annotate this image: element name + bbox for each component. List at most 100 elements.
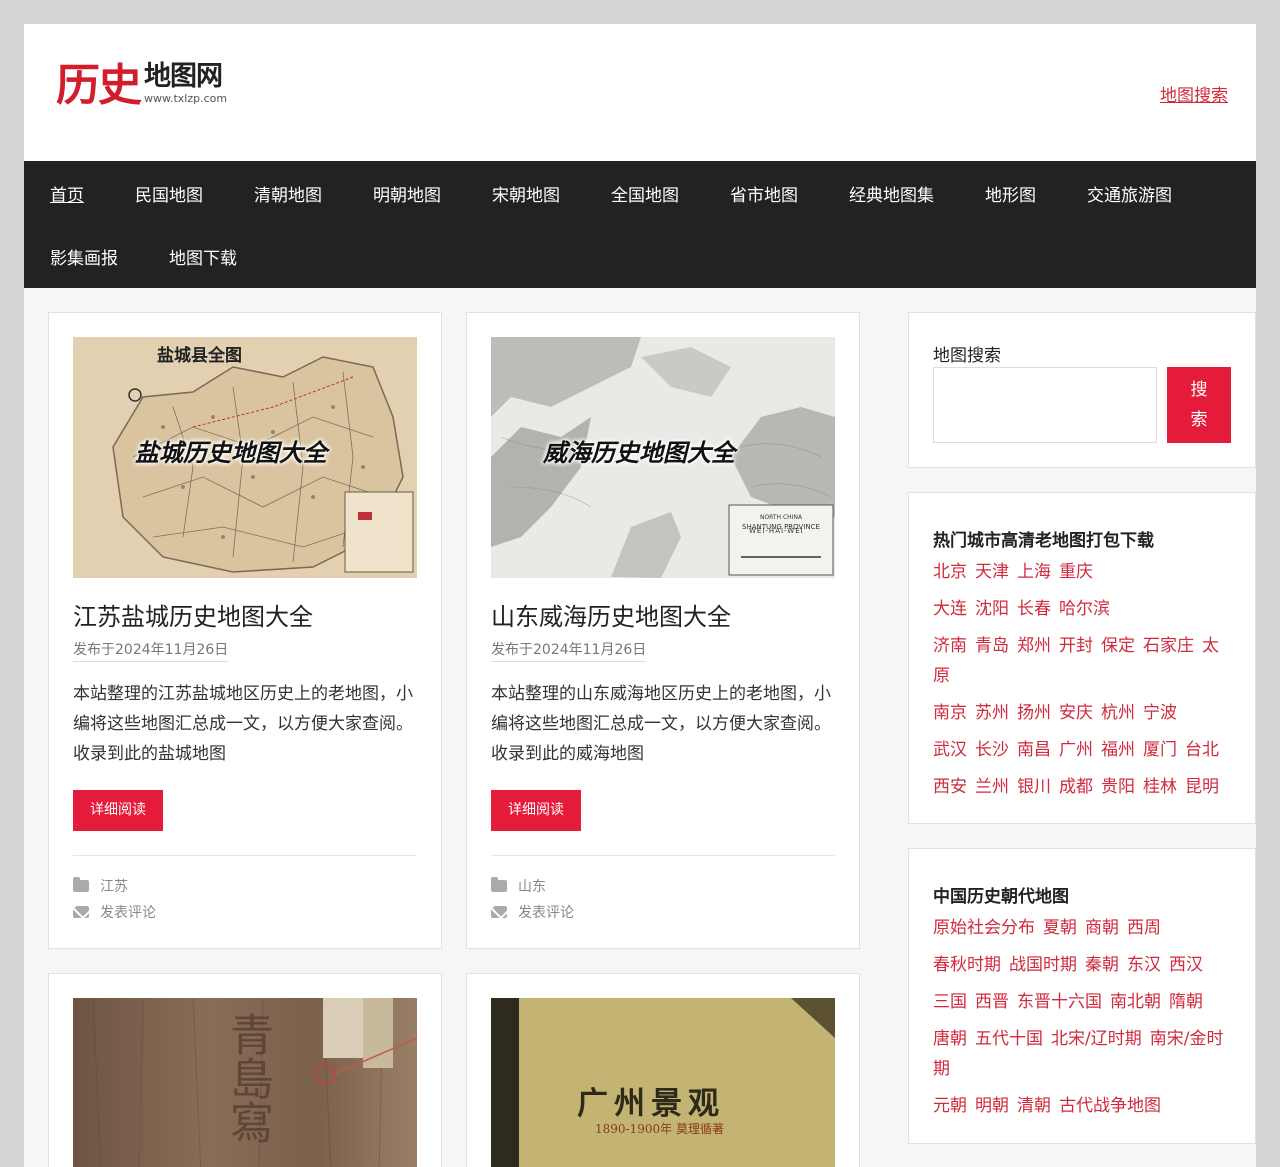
post-title[interactable]: 江苏盐城历史地图大全 xyxy=(73,597,313,632)
dynasty-link[interactable]: 五代十国 xyxy=(975,1029,1043,1049)
comment-link[interactable]: 发表评论 xyxy=(100,902,156,922)
city-link[interactable]: 桂林 xyxy=(1143,777,1177,797)
svg-text:NORTH CHINA: NORTH CHINA xyxy=(760,514,803,521)
comment-link[interactable]: 发表评论 xyxy=(518,902,574,922)
city-link[interactable]: 郑州 xyxy=(1017,636,1051,656)
nav-item-atlas[interactable]: 经典地图集 xyxy=(849,181,934,206)
nav-item-qing[interactable]: 清朝地图 xyxy=(254,181,322,206)
dynasty-link[interactable]: 隋朝 xyxy=(1169,992,1203,1012)
dynasty-link[interactable]: 古代战争地图 xyxy=(1059,1096,1161,1116)
post-thumbnail[interactable]: 广州景观 1890-1900年 莫理循著 xyxy=(491,998,835,1167)
city-link[interactable]: 西安 xyxy=(933,777,967,797)
city-link[interactable]: 北京 xyxy=(933,562,967,582)
nav-item-national[interactable]: 全国地图 xyxy=(611,181,679,206)
dynasty-link[interactable]: 明朝 xyxy=(975,1096,1009,1116)
city-link[interactable]: 南昌 xyxy=(1017,740,1051,760)
dynasty-link[interactable]: 东晋十六国 xyxy=(1017,992,1102,1012)
city-link[interactable]: 杭州 xyxy=(1101,703,1135,723)
dynasty-link[interactable]: 南北朝 xyxy=(1110,992,1161,1012)
dynasty-link[interactable]: 东汉 xyxy=(1127,955,1161,975)
post-date[interactable]: 发布于2024年11月26日 xyxy=(73,639,229,662)
city-link[interactable]: 昆明 xyxy=(1185,777,1219,797)
city-link[interactable]: 银川 xyxy=(1017,777,1051,797)
nav-row-1: 首页 民国地图 清朝地图 明朝地图 宋朝地图 全国地图 省市地图 经典地图集 地… xyxy=(50,161,1230,225)
dynasty-link[interactable]: 西周 xyxy=(1127,918,1161,938)
city-link[interactable]: 沈阳 xyxy=(975,599,1009,619)
dynasty-link[interactable]: 战国时期 xyxy=(1009,955,1077,975)
site-logo[interactable]: 历史 地图网 www.txlzp.com xyxy=(56,62,227,110)
nav-item-travel[interactable]: 交通旅游图 xyxy=(1087,181,1172,206)
dynasty-link[interactable]: 秦朝 xyxy=(1085,955,1119,975)
dynasty-link[interactable]: 原始社会分布 xyxy=(933,918,1035,938)
city-link[interactable]: 宁波 xyxy=(1143,703,1177,723)
post-category: 江苏 xyxy=(73,876,128,896)
city-link[interactable]: 天津 xyxy=(975,562,1009,582)
search-input[interactable] xyxy=(933,367,1157,443)
thumb-book-subtitle: 1890-1900年 莫理循著 xyxy=(595,1122,724,1136)
city-link[interactable]: 台北 xyxy=(1185,740,1219,760)
category-link[interactable]: 江苏 xyxy=(100,876,128,896)
city-link[interactable]: 石家庄 xyxy=(1143,636,1194,656)
read-more-button[interactable]: 详细阅读 xyxy=(491,790,581,831)
read-more-button[interactable]: 详细阅读 xyxy=(73,790,163,831)
dynasty-link[interactable]: 西晋 xyxy=(975,992,1009,1012)
post-category: 山东 xyxy=(491,876,546,896)
link-line: 元朝 明朝 清朝 古代战争地图 xyxy=(933,1091,1233,1121)
nav-item-ming[interactable]: 明朝地图 xyxy=(373,181,441,206)
city-link[interactable]: 南京 xyxy=(933,703,967,723)
city-link[interactable]: 保定 xyxy=(1101,636,1135,656)
city-link[interactable]: 广州 xyxy=(1059,740,1093,760)
dynasty-link[interactable]: 春秋时期 xyxy=(933,955,1001,975)
city-links: 北京 天津 上海 重庆大连 沈阳 长春 哈尔滨济南 青岛 郑州 开封 保定 石家庄 太原南京 苏州 扬州 安庆… xyxy=(933,557,1233,809)
header-search-link[interactable]: 地图搜索 xyxy=(1160,81,1228,106)
divider xyxy=(491,855,835,856)
post-title[interactable]: 山东威海历史地图大全 xyxy=(491,597,731,632)
dynasty-link[interactable]: 三国 xyxy=(933,992,967,1012)
city-link[interactable]: 长沙 xyxy=(975,740,1009,760)
city-link[interactable]: 长春 xyxy=(1017,599,1051,619)
city-link[interactable]: 青岛 xyxy=(975,636,1009,656)
city-link[interactable]: 贵阳 xyxy=(1101,777,1135,797)
post-date[interactable]: 发布于2024年11月26日 xyxy=(491,639,647,662)
dynasty-link[interactable]: 商朝 xyxy=(1085,918,1119,938)
post-thumbnail[interactable]: NORTH CHINA SHANTUNG PROVINCE WEI-HAI-WE… xyxy=(491,337,835,578)
nav-item-albums[interactable]: 影集画报 xyxy=(50,244,118,269)
post-thumbnail[interactable]: 青島寫 xyxy=(73,998,417,1167)
nav-item-terrain[interactable]: 地形图 xyxy=(985,181,1036,206)
city-link[interactable]: 福州 xyxy=(1101,740,1135,760)
city-link[interactable]: 扬州 xyxy=(1017,703,1051,723)
dynasty-link[interactable]: 元朝 xyxy=(933,1096,967,1116)
nav-item-home[interactable]: 首页 xyxy=(50,181,84,206)
hot-cities-widget: 热门城市高清老地图打包下载 北京 天津 上海 重庆 大连 沈阳 长春 哈尔滨 济南 青岛 郑州 开封保… xyxy=(908,492,1256,824)
city-link[interactable]: 哈尔滨 xyxy=(1059,599,1110,619)
dynasty-link[interactable]: 西汉 xyxy=(1169,955,1203,975)
link-line: 武汉 长沙 南昌 广州 福州 厦门 台北 xyxy=(933,735,1233,765)
city-link[interactable]: 重庆 xyxy=(1059,562,1093,582)
nav-item-province[interactable]: 省市地图 xyxy=(730,181,798,206)
dynasty-link[interactable]: 清朝 xyxy=(1017,1096,1051,1116)
nav-row-2: 影集画报 地图下载 xyxy=(50,225,1230,288)
thumb-map-title: WEI-HAI-WEI xyxy=(749,527,804,535)
nav-item-download[interactable]: 地图下载 xyxy=(169,244,237,269)
dynasty-link[interactable]: 夏朝 xyxy=(1043,918,1077,938)
city-link[interactable]: 成都 xyxy=(1059,777,1093,797)
city-link[interactable]: 兰州 xyxy=(975,777,1009,797)
search-button[interactable]: 搜索 xyxy=(1167,367,1231,443)
city-link[interactable]: 厦门 xyxy=(1143,740,1177,760)
city-link[interactable]: 开封 xyxy=(1059,636,1093,656)
city-link[interactable]: 武汉 xyxy=(933,740,967,760)
category-link[interactable]: 山东 xyxy=(518,876,546,896)
city-link[interactable]: 大连 xyxy=(933,599,967,619)
link-line: 济南 青岛 郑州 开封 保定 石家庄 太原 xyxy=(933,631,1233,691)
dynasty-link[interactable]: 唐朝 xyxy=(933,1029,967,1049)
nav-item-song[interactable]: 宋朝地图 xyxy=(492,181,560,206)
city-link[interactable]: 苏州 xyxy=(975,703,1009,723)
nav-item-minguo[interactable]: 民国地图 xyxy=(135,181,203,206)
city-link[interactable]: 安庆 xyxy=(1059,703,1093,723)
post-excerpt: 本站整理的江苏盐城地区历史上的老地图，小编将这些地图汇总成一文，以方便大家查阅。… xyxy=(73,684,413,764)
post-thumbnail[interactable]: 盐城历史地图大全 盐城县全图 xyxy=(73,337,417,578)
city-link[interactable]: 济南 xyxy=(933,636,967,656)
dynasty-link[interactable]: 北宋/辽时期 xyxy=(1051,1029,1142,1049)
widget-title: 中国历史朝代地图 xyxy=(933,887,1069,907)
city-link[interactable]: 上海 xyxy=(1017,562,1051,582)
